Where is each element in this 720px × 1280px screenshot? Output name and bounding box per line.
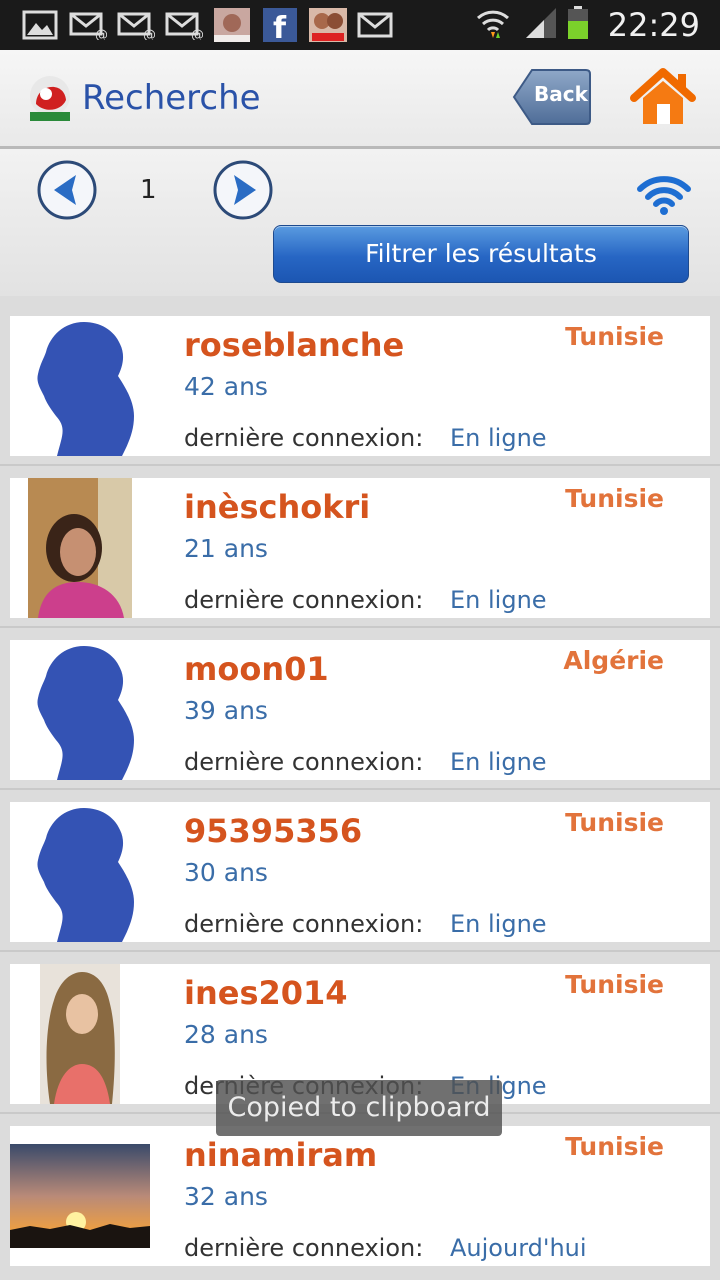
last-connection-label: dernière connexion: [184,910,424,938]
page-number: 1 [140,175,157,205]
country: Tunisie [565,322,664,351]
username: 95395356 [184,812,363,850]
status-bar: @ @ @ f 22:29 [0,0,720,50]
signal-icon [524,6,558,44]
country: Tunisie [565,808,664,837]
pager-bar: 1 Filtrer les résultats [0,149,720,296]
wifi-icon [476,6,510,44]
svg-text:@: @ [143,28,155,40]
age: 28 ans [184,1020,268,1049]
svg-text:@: @ [191,28,203,40]
back-button[interactable]: Back [512,68,592,126]
email-icon: @ [164,9,204,41]
username: roseblanche [184,326,405,364]
toast-message: Copied to clipboard [216,1080,502,1136]
chat-icon [308,8,348,42]
username: ninamiram [184,1136,378,1174]
age: 21 ans [184,534,268,563]
last-connection-label: dernière connexion: [184,748,424,776]
last-connection-value: Aujourd'hui [450,1234,587,1262]
country: Tunisie [565,1132,664,1161]
app-logo-icon [26,74,74,122]
divider [0,464,720,466]
last-connection-label: dernière connexion: [184,1234,424,1262]
username: ines2014 [184,974,348,1012]
list-item[interactable]: 95395356 30 ans dernière connexion: En l… [10,802,710,942]
username: moon01 [184,650,329,688]
divider [0,950,720,952]
country: Tunisie [565,484,664,513]
back-label: Back [534,82,588,106]
last-connection-value: En ligne [450,586,547,614]
app-icon [212,8,252,42]
app-header: Recherche Back [0,50,720,149]
svg-text:f: f [273,11,287,43]
country: Algérie [563,646,664,675]
list-item[interactable]: moon01 39 ans dernière connexion: En lig… [10,640,710,780]
filter-results-button[interactable]: Filtrer les résultats [273,225,689,283]
page-title: Recherche [82,78,261,118]
previous-page-button[interactable] [36,159,98,221]
last-connection-label: dernière connexion: [184,424,424,452]
last-connection-value: En ligne [450,910,547,938]
list-item[interactable]: roseblanche 42 ans dernière connexion: E… [10,316,710,456]
country: Tunisie [565,970,664,999]
age: 30 ans [184,858,268,887]
battery-icon [566,5,590,45]
avatar [22,316,142,456]
svg-text:@: @ [95,28,107,40]
next-page-button[interactable] [212,159,274,221]
last-connection-value: En ligne [450,748,547,776]
avatar [22,640,142,780]
divider [0,788,720,790]
age: 42 ans [184,372,268,401]
home-icon[interactable] [630,66,696,128]
avatar [28,478,132,618]
age: 39 ans [184,696,268,725]
last-connection-label: dernière connexion: [184,586,424,614]
avatar [22,802,142,942]
mail-icon [356,9,396,41]
notification-icons: @ @ @ f [20,6,404,44]
list-item[interactable]: ninamiram 32 ans dernière connexion: Auj… [10,1126,710,1266]
username: inèschokri [184,488,371,526]
divider [0,626,720,628]
facebook-icon: f [260,8,300,43]
email-icon: @ [116,9,156,41]
clock: 22:29 [607,6,700,44]
system-icons: 22:29 [476,0,700,50]
last-connection-value: En ligne [450,424,547,452]
online-filter-icon[interactable] [636,171,692,217]
avatar [40,964,120,1104]
list-item[interactable]: inèschokri 21 ans dernière connexion: En… [10,478,710,618]
age: 32 ans [184,1182,268,1211]
avatar [10,1126,150,1266]
email-icon: @ [68,9,108,41]
gallery-icon [20,9,60,41]
